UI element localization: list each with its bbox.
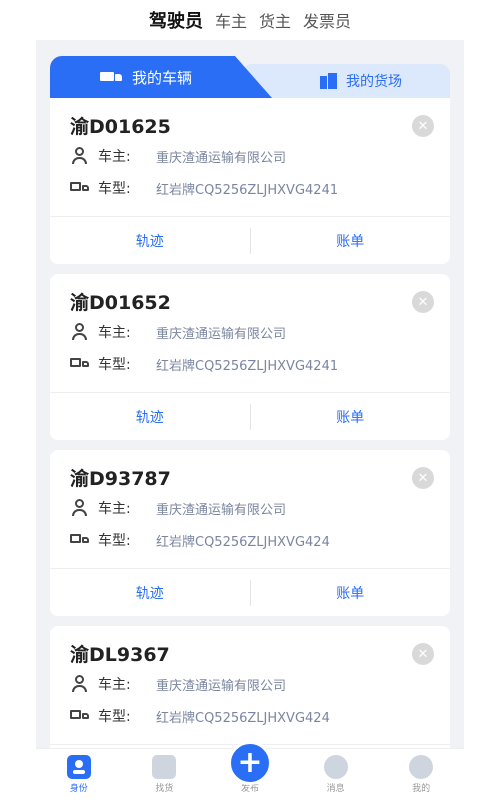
- track-button[interactable]: 轨迹: [50, 407, 250, 427]
- remove-icon[interactable]: ✕: [412, 115, 434, 137]
- nav-mine-label: 我的: [412, 784, 431, 794]
- card-actions: 轨迹 账单: [50, 392, 450, 440]
- truck-icon: [70, 531, 90, 549]
- person-icon: [70, 499, 90, 517]
- model-label: 车型:: [98, 357, 131, 373]
- sub-tabs: 我的货场 我的车辆: [50, 56, 450, 98]
- truck-icon: [152, 755, 177, 779]
- nav-identity[interactable]: 身份: [36, 749, 122, 800]
- plus-icon[interactable]: +: [227, 741, 272, 785]
- owner-row: 车主: 重庆渣通运输有限公司: [70, 322, 286, 342]
- nav-publish[interactable]: + 发布: [207, 741, 293, 800]
- vehicle-card: 渝D93787 ✕ 车主: 重庆渣通运输有限公司 车型: 红岩牌CQ5256ZL…: [50, 450, 450, 616]
- bill-button[interactable]: 账单: [251, 407, 451, 427]
- plate-number: 渝DL9367: [70, 644, 170, 666]
- tab-my-yard[interactable]: 我的货场: [242, 64, 450, 98]
- owner-value: 重庆渣通运输有限公司: [156, 502, 287, 518]
- model-value: 红岩牌CQ5256ZLJHXVG4241: [156, 358, 339, 374]
- tab-driver[interactable]: 驾驶员: [149, 3, 203, 43]
- model-row: 车型: 红岩牌CQ5256ZLJHXVG4241: [70, 178, 338, 198]
- owner-value: 重庆渣通运输有限公司: [156, 150, 287, 166]
- track-button[interactable]: 轨迹: [50, 583, 250, 603]
- model-value: 红岩牌CQ5256ZLJHXVG4241: [156, 182, 339, 198]
- model-label: 车型:: [98, 533, 131, 549]
- model-row: 车型: 红岩牌CQ5256ZLJHXVG4241: [70, 354, 338, 374]
- role-tabs: 驾驶员 车主 货主 发票员: [0, 0, 500, 43]
- tab-invoicer[interactable]: 发票员: [303, 4, 351, 36]
- model-label: 车型:: [98, 709, 131, 725]
- person-icon: [70, 675, 90, 693]
- remove-icon[interactable]: ✕: [412, 291, 434, 313]
- nav-find-cargo-label: 找货: [155, 784, 174, 794]
- nav-identity-label: 身份: [69, 784, 88, 794]
- identity-icon: [66, 755, 91, 779]
- person-icon: [70, 323, 90, 341]
- owner-row: 车主: 重庆渣通运输有限公司: [70, 146, 286, 166]
- owner-label: 车主:: [98, 677, 131, 693]
- bill-button[interactable]: 账单: [251, 583, 451, 603]
- model-value: 红岩牌CQ5256ZLJHXVG424: [156, 534, 330, 550]
- bottom-nav: 身份 找货 + 发布 消息 我的: [36, 741, 464, 800]
- truck-icon: [70, 355, 90, 373]
- nav-messages[interactable]: 消息: [293, 749, 379, 800]
- nav-messages-label: 消息: [326, 784, 345, 794]
- tab-owner[interactable]: 车主: [215, 4, 247, 36]
- nav-mine[interactable]: 我的: [378, 749, 464, 800]
- truck-icon: [70, 179, 90, 197]
- track-button[interactable]: 轨迹: [50, 231, 250, 251]
- plate-number: 渝D01652: [70, 292, 171, 314]
- tab-my-vehicles-label: 我的车辆: [131, 68, 192, 87]
- bill-button[interactable]: 账单: [251, 231, 451, 251]
- truck-icon: [70, 707, 90, 725]
- model-label: 车型:: [98, 181, 131, 197]
- card-actions: 轨迹 账单: [50, 216, 450, 264]
- model-row: 车型: 红岩牌CQ5256ZLJHXVG424: [70, 530, 330, 550]
- user-icon: [409, 755, 434, 779]
- owner-row: 车主: 重庆渣通运输有限公司: [70, 498, 286, 518]
- content-panel: 我的货场 我的车辆 渝D01625 ✕ 车主: 重庆渣通运输有限公司 车型: 红…: [36, 40, 464, 748]
- owner-row: 车主: 重庆渣通运输有限公司: [70, 674, 286, 694]
- chat-icon: [323, 755, 348, 779]
- nav-find-cargo[interactable]: 找货: [122, 749, 208, 800]
- remove-icon[interactable]: ✕: [412, 643, 434, 665]
- card-actions: 轨迹 账单: [50, 568, 450, 616]
- publish-slot: +: [227, 741, 272, 785]
- owner-label: 车主:: [98, 325, 131, 341]
- owner-label: 车主:: [98, 149, 131, 165]
- tab-shipper[interactable]: 货主: [259, 4, 291, 36]
- vehicle-card: 渝D01652 ✕ 车主: 重庆渣通运输有限公司 车型: 红岩牌CQ5256ZL…: [50, 274, 450, 440]
- tab-my-yard-label: 我的货场: [346, 74, 402, 90]
- building-icon: [320, 73, 338, 89]
- remove-icon[interactable]: ✕: [412, 467, 434, 489]
- vehicle-list: 渝D01625 ✕ 车主: 重庆渣通运输有限公司 车型: 红岩牌CQ5256ZL…: [50, 98, 450, 748]
- vehicle-card: 渝DL9367 ✕ 车主: 重庆渣通运输有限公司 车型: 红岩牌CQ5256ZL…: [50, 626, 450, 748]
- owner-value: 重庆渣通运输有限公司: [156, 326, 287, 342]
- model-row: 车型: 红岩牌CQ5256ZLJHXVG424: [70, 706, 330, 726]
- model-value: 红岩牌CQ5256ZLJHXVG424: [156, 710, 330, 726]
- owner-value: 重庆渣通运输有限公司: [156, 678, 287, 694]
- owner-label: 车主:: [98, 501, 131, 517]
- truck-icon: [99, 70, 124, 84]
- plate-number: 渝D01625: [70, 116, 171, 138]
- person-icon: [70, 147, 90, 165]
- tab-my-vehicles[interactable]: 我的车辆: [50, 56, 272, 98]
- plate-number: 渝D93787: [70, 468, 171, 490]
- vehicle-card: 渝D01625 ✕ 车主: 重庆渣通运输有限公司 车型: 红岩牌CQ5256ZL…: [50, 98, 450, 264]
